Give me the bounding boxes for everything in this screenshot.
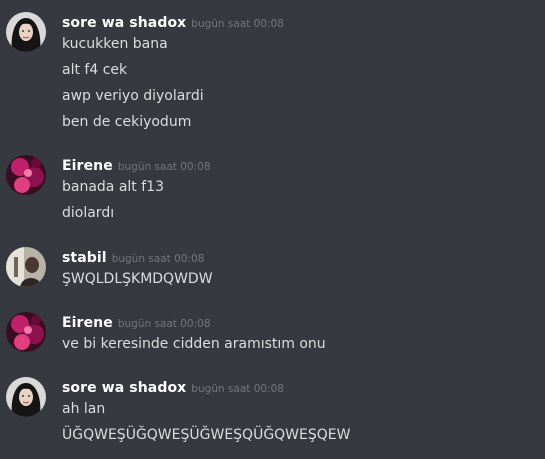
message-text: diolardı — [62, 205, 115, 221]
avatar-magenta-icon — [6, 155, 46, 195]
avatar[interactable] — [6, 247, 46, 287]
avatar-light-figure-icon — [6, 247, 46, 287]
message-text: ÜĞQWEŞÜĞQWEŞÜĞWEŞQÜĞQWEŞQEW — [62, 427, 351, 443]
message-header: sore wa shadox bugün saat 00:08 — [62, 377, 284, 397]
username[interactable]: Eirene — [62, 315, 113, 331]
avatar-dark-hair-icon — [6, 12, 46, 52]
timestamp[interactable]: bugün saat 00:08 — [191, 18, 284, 30]
message-header: Eirene bugün saat 00:08 — [62, 155, 211, 175]
message-text: banada alt f13 — [62, 179, 164, 195]
avatar[interactable] — [6, 312, 46, 352]
timestamp[interactable]: bugün saat 00:08 — [112, 253, 205, 265]
message-header: stabil bugün saat 00:08 — [62, 247, 204, 267]
avatar-magenta-icon — [6, 312, 46, 352]
message-text: ah lan — [62, 401, 106, 417]
message-text: alt f4 cek — [62, 62, 128, 78]
message-text: ve bi keresinde cidden aramıstım onu — [62, 336, 326, 352]
message-text: awp veriyo diyolardi — [62, 88, 204, 104]
message-text: ŞWQLDLŞKMDQWDW — [62, 271, 213, 287]
avatar[interactable] — [6, 12, 46, 52]
username[interactable]: sore wa shadox — [62, 15, 186, 31]
timestamp[interactable]: bugün saat 00:08 — [191, 383, 284, 395]
chat-messages: sore wa shadox bugün saat 00:08 kucukken … — [0, 0, 545, 459]
timestamp[interactable]: bugün saat 00:08 — [118, 161, 211, 173]
message-text: ben de cekiyodum — [62, 114, 192, 130]
avatar[interactable] — [6, 155, 46, 195]
username[interactable]: sore wa shadox — [62, 380, 186, 396]
username[interactable]: stabil — [62, 250, 107, 266]
timestamp[interactable]: bugün saat 00:08 — [118, 318, 211, 330]
avatar[interactable] — [6, 377, 46, 417]
message-text: kucukken bana — [62, 36, 168, 52]
username[interactable]: Eirene — [62, 158, 113, 174]
avatar-dark-hair-icon — [6, 377, 46, 417]
message-header: sore wa shadox bugün saat 00:08 — [62, 12, 284, 32]
message-header: Eirene bugün saat 00:08 — [62, 312, 211, 332]
